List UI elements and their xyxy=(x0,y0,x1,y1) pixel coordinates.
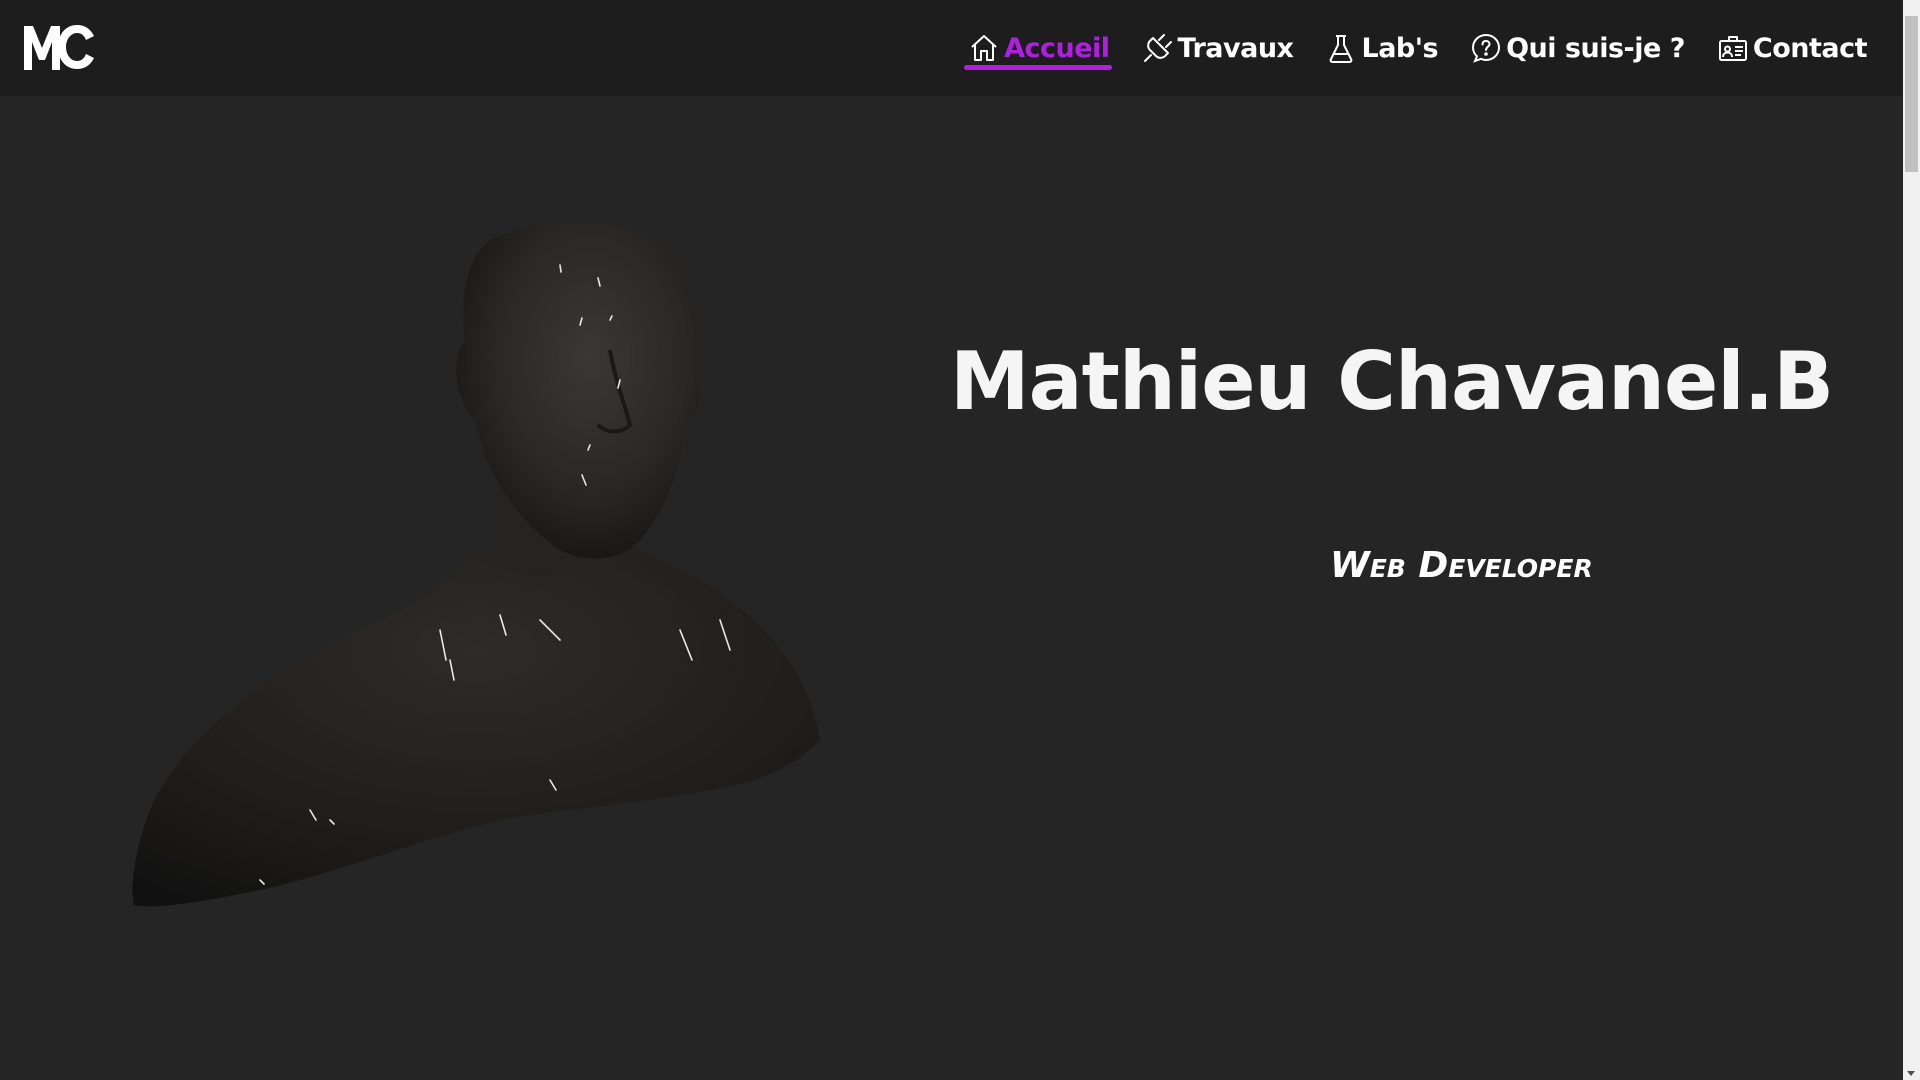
active-underline xyxy=(964,65,1112,70)
nav-item-contact[interactable]: Contact xyxy=(1717,0,1868,96)
nav-label: Lab's xyxy=(1361,32,1439,64)
page: Accueil Travaux Lab's Qui suis-je ? Cont… xyxy=(0,0,1920,1080)
main-nav: Accueil Travaux Lab's Qui suis-je ? Cont… xyxy=(964,0,1868,96)
plug-icon xyxy=(1142,32,1174,64)
nav-item-qui-suis-je[interactable]: Qui suis-je ? xyxy=(1470,0,1685,96)
nav-label: Travaux xyxy=(1177,32,1294,64)
scrollbar-thumb[interactable] xyxy=(1905,16,1918,172)
flask-icon xyxy=(1325,32,1357,64)
hero-role: Web Developer xyxy=(1330,545,1593,586)
nav-item-accueil[interactable]: Accueil xyxy=(964,0,1112,96)
3d-bust-model[interactable] xyxy=(120,220,880,920)
nav-label: Qui suis-je ? xyxy=(1506,32,1685,64)
nav-item-labs[interactable]: Lab's xyxy=(1325,0,1439,96)
mc-logo-icon xyxy=(24,25,94,70)
hero-name: Mathieu Chavanel.B xyxy=(950,335,1834,428)
site-logo[interactable] xyxy=(22,22,96,72)
scroll-down-arrow-icon[interactable] xyxy=(1907,1071,1915,1076)
nav-label: Accueil xyxy=(1004,32,1110,64)
home-icon xyxy=(968,32,1000,64)
nav-label: Contact xyxy=(1752,32,1868,64)
navbar: Accueil Travaux Lab's Qui suis-je ? Cont… xyxy=(0,0,1903,96)
page-scrollbar[interactable] xyxy=(1903,0,1920,1080)
contact-card-icon xyxy=(1717,32,1749,64)
question-icon xyxy=(1470,32,1502,64)
nav-item-travaux[interactable]: Travaux xyxy=(1142,0,1294,96)
